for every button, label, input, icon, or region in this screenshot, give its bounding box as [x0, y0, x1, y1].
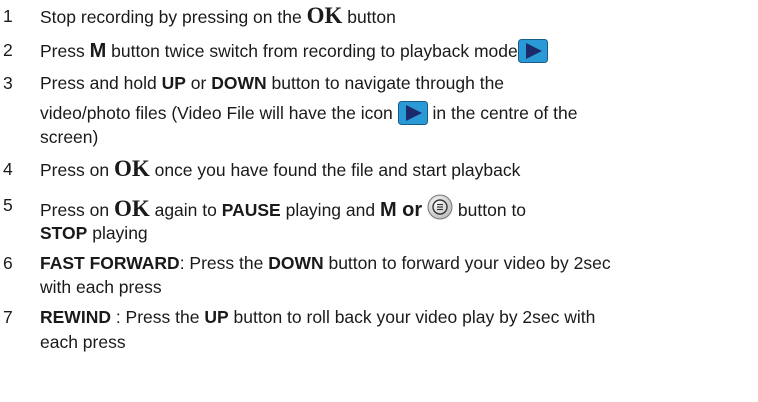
step-number: 4: [3, 159, 13, 179]
step-number: 6: [3, 253, 13, 273]
step-number: 2: [3, 40, 13, 60]
step-text: Press on OK once you have found the file…: [40, 156, 521, 181]
step-text: video/photo files (Video File will have …: [40, 101, 578, 125]
step-text: Press and hold UP or DOWN button to navi…: [40, 73, 505, 93]
step-text: Press on OK again to PAUSE playing and M…: [40, 194, 527, 221]
step-text: Stop recording by pressing on the OK but…: [40, 3, 396, 28]
step-number: 3: [3, 73, 13, 93]
step-text: STOP playing: [40, 223, 148, 243]
ok-keyword: OK: [113, 196, 150, 221]
step-number: 1: [3, 6, 13, 26]
menu-button-icon: [427, 194, 453, 220]
step-text: FAST FORWARD: Press the DOWN button to f…: [40, 253, 611, 273]
ok-keyword: OK: [113, 156, 150, 181]
m-keyword: M: [89, 40, 107, 62]
step-text: with each press: [40, 277, 162, 297]
step-number: 5: [3, 195, 13, 215]
ok-keyword: OK: [306, 3, 343, 28]
step-text: REWIND : Press the UP button to roll bac…: [40, 307, 596, 327]
step-number: 7: [3, 307, 13, 327]
step-text: each press: [40, 332, 126, 352]
step-text: screen): [40, 127, 99, 147]
m-keyword: M or: [379, 199, 423, 221]
play-icon: [397, 101, 428, 125]
play-icon: [517, 39, 548, 63]
step-text: Press M button twice switch from recordi…: [40, 39, 548, 63]
